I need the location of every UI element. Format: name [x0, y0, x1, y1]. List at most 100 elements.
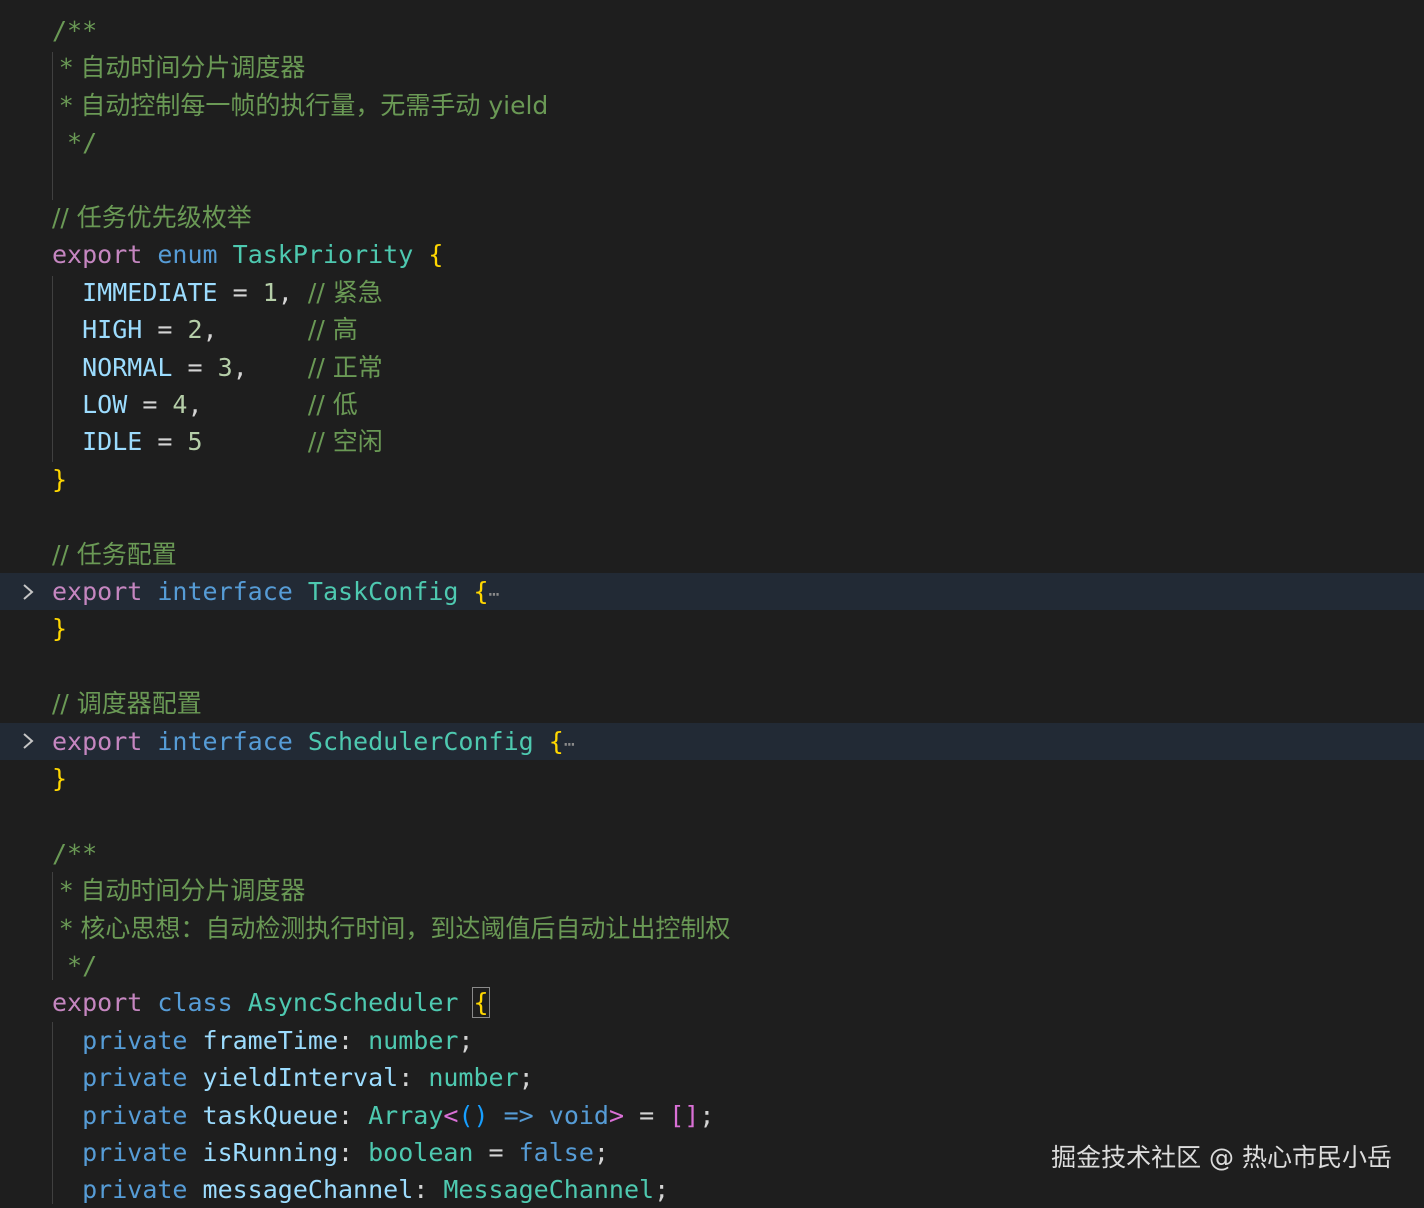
- code-token: Array: [368, 1100, 444, 1130]
- code-line[interactable]: // 任务优先级枚举: [0, 199, 1424, 236]
- code-line[interactable]: */: [0, 124, 1424, 161]
- code-token: frameTime: [202, 1025, 338, 1055]
- code-line[interactable]: // 调度器配置: [0, 685, 1424, 722]
- code-token: /**: [52, 838, 98, 868]
- code-token: >: [609, 1100, 625, 1130]
- code-text: private frameTime: number;: [52, 1022, 473, 1059]
- code-token: (): [458, 1100, 489, 1130]
- code-token: yieldInterval: [202, 1063, 399, 1093]
- chevron-right-icon[interactable]: [16, 723, 40, 760]
- code-token: MessageChannel: [443, 1175, 655, 1205]
- code-token: // 正常: [307, 352, 383, 382]
- code-token: ,: [202, 315, 308, 345]
- code-line[interactable]: [0, 648, 1424, 685]
- code-token: ,: [232, 352, 308, 382]
- code-line[interactable]: }: [0, 760, 1424, 797]
- code-text: }: [52, 610, 67, 647]
- code-token: }: [52, 614, 68, 644]
- code-line[interactable]: [0, 498, 1424, 535]
- code-line[interactable]: // 任务配置: [0, 536, 1424, 573]
- code-text: /**: [52, 12, 97, 49]
- code-text: * 核心思想：自动检测执行时间，到达阈值后自动让出控制权: [52, 910, 730, 947]
- code-line[interactable]: IDLE = 5 // 空闲: [0, 423, 1424, 460]
- code-line[interactable]: HIGH = 2, // 高: [0, 311, 1424, 348]
- code-line[interactable]: }: [0, 461, 1424, 498]
- code-line[interactable]: export interface SchedulerConfig {⋯: [0, 722, 1424, 760]
- code-line[interactable]: /**: [0, 12, 1424, 49]
- code-text: NORMAL = 3, // 正常: [52, 349, 383, 386]
- code-line[interactable]: export class AsyncScheduler {: [0, 984, 1424, 1021]
- code-token: =: [473, 1138, 519, 1167]
- code-token: ;: [518, 1063, 534, 1093]
- code-token: */: [52, 951, 98, 980]
- code-token: =: [624, 1100, 670, 1130]
- code-line[interactable]: private taskQueue: Array<() => void> = […: [0, 1097, 1424, 1134]
- code-token: // 空闲: [307, 427, 383, 457]
- code-token: void: [548, 1100, 609, 1130]
- code-editor[interactable]: /** * 自动时间分片调度器 * 自动控制每一帧的执行量，无需手动 yield…: [0, 0, 1424, 1204]
- code-line[interactable]: private yieldInterval: number;: [0, 1059, 1424, 1096]
- code-line[interactable]: LOW = 4, // 低: [0, 386, 1424, 423]
- code-line[interactable]: export interface TaskConfig {⋯: [0, 573, 1424, 610]
- code-token: boolean: [368, 1138, 474, 1167]
- code-token: TaskPriority: [232, 240, 414, 270]
- code-line[interactable]: * 自动时间分片调度器: [0, 872, 1424, 909]
- code-token: ,: [277, 277, 308, 307]
- code-token: :: [413, 1175, 444, 1205]
- code-token: ;: [458, 1025, 474, 1055]
- code-line[interactable]: * 自动时间分片调度器: [0, 49, 1424, 86]
- code-line[interactable]: }: [0, 610, 1424, 647]
- code-token: {: [428, 240, 444, 270]
- code-line[interactable]: [0, 797, 1424, 834]
- code-token: ;: [593, 1138, 609, 1167]
- code-token: * 自动时间分片调度器: [52, 53, 306, 83]
- code-token: 4: [172, 390, 188, 419]
- code-text: export class AsyncScheduler {: [52, 984, 490, 1021]
- fold-ellipsis[interactable]: ⋯: [564, 734, 575, 755]
- code-token: =>: [503, 1100, 534, 1130]
- code-token: ,: [187, 390, 308, 419]
- code-line[interactable]: /**: [0, 835, 1424, 872]
- code-line[interactable]: private messageChannel: MessageChannel;: [0, 1171, 1424, 1208]
- code-token: =: [142, 427, 188, 457]
- code-line[interactable]: NORMAL = 3, // 正常: [0, 349, 1424, 386]
- code-line[interactable]: private frameTime: number;: [0, 1022, 1424, 1059]
- code-text: // 任务优先级枚举: [52, 199, 252, 236]
- code-token: NORMAL: [82, 352, 173, 382]
- code-token: IDLE: [82, 427, 143, 457]
- code-line[interactable]: [0, 162, 1424, 199]
- code-token: =: [217, 277, 263, 307]
- code-token: TaskConfig: [307, 577, 459, 606]
- code-line[interactable]: export enum TaskPriority {: [0, 236, 1424, 273]
- code-token: number: [428, 1063, 519, 1093]
- code-token: private: [82, 1100, 188, 1130]
- code-text: LOW = 4, // 低: [52, 386, 358, 423]
- fold-ellipsis[interactable]: ⋯: [489, 584, 500, 605]
- code-line[interactable]: IMMEDIATE = 1, // 紧急: [0, 274, 1424, 311]
- code-token: 5: [187, 427, 203, 457]
- code-token: }: [52, 464, 68, 494]
- code-text: // 调度器配置: [52, 685, 202, 722]
- code-token: interface: [157, 577, 293, 606]
- code-line[interactable]: * 核心思想：自动检测执行时间，到达阈值后自动让出控制权: [0, 910, 1424, 947]
- code-text: * 自动控制每一帧的执行量，无需手动 yield: [52, 87, 548, 124]
- code-line[interactable]: * 自动控制每一帧的执行量，无需手动 yield: [0, 87, 1424, 124]
- code-token: []: [669, 1100, 700, 1130]
- code-token: :: [338, 1025, 369, 1055]
- code-line[interactable]: */: [0, 947, 1424, 984]
- chevron-right-icon[interactable]: [16, 573, 40, 610]
- code-token: 3: [217, 352, 233, 382]
- code-token: private: [82, 1175, 188, 1205]
- code-token: export: [52, 726, 143, 756]
